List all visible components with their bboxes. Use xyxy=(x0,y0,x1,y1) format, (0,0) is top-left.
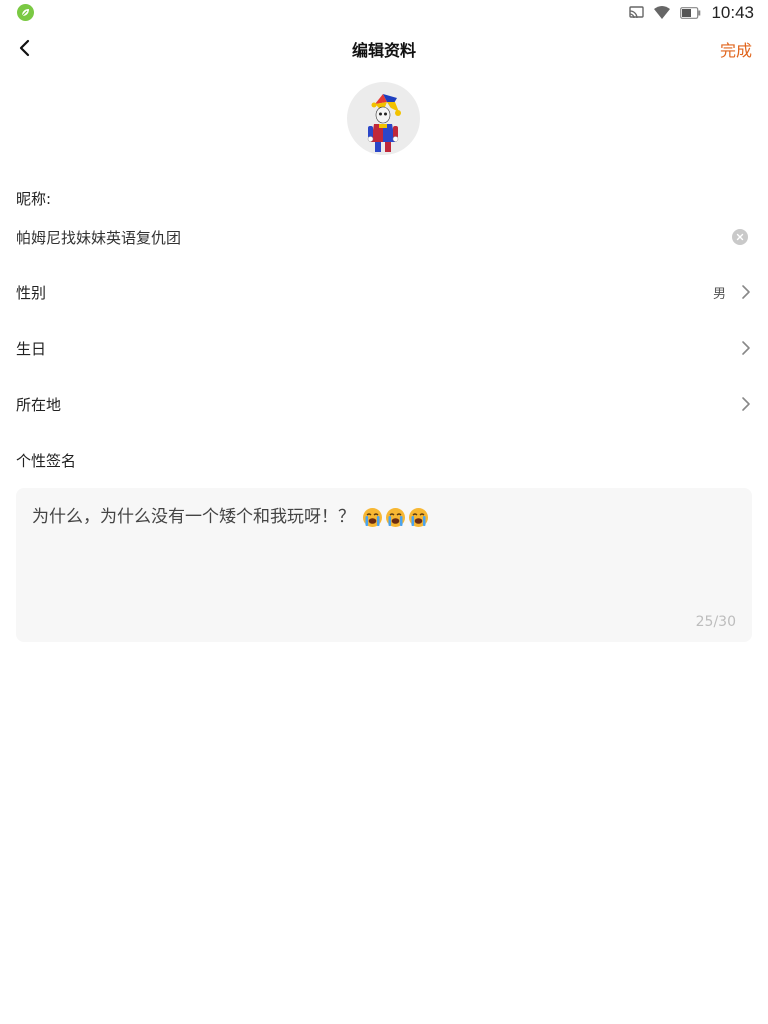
status-time: 10:43 xyxy=(711,3,754,22)
chevron-right-icon xyxy=(742,341,750,355)
signature-label: 个性签名 xyxy=(16,452,77,470)
status-bar: 10:43 xyxy=(0,0,768,26)
crying-face-icon xyxy=(409,507,429,527)
birthday-row[interactable]: 生日 xyxy=(16,328,752,368)
page-title: 编辑资料 xyxy=(351,41,416,60)
signature-char-counter: 25/30 xyxy=(695,614,736,630)
signature-textarea[interactable]: 为什么，为什么没有一个矮个和我玩呀！？ 25/30 xyxy=(16,488,752,642)
crying-face-icon xyxy=(363,507,383,527)
close-icon xyxy=(736,233,744,241)
jester-character-icon xyxy=(367,94,401,152)
header: 编辑资料 完成 xyxy=(0,28,768,68)
birthday-label: 生日 xyxy=(16,340,47,358)
chevron-right-icon xyxy=(742,285,750,299)
done-button[interactable]: 完成 xyxy=(720,37,752,61)
battery-icon xyxy=(680,4,701,23)
app-notification-icon xyxy=(17,4,34,21)
nickname-label: 昵称: xyxy=(16,190,52,208)
chevron-right-icon xyxy=(742,397,750,411)
gender-value: 男 xyxy=(712,287,726,302)
clear-nickname-button[interactable] xyxy=(732,229,748,245)
status-icons: 10:43 xyxy=(629,2,754,24)
cast-icon xyxy=(629,4,645,23)
gender-row[interactable]: 性别 男 xyxy=(16,272,752,312)
crying-face-icon xyxy=(386,507,406,527)
signature-content: 为什么，为什么没有一个矮个和我玩呀！？ xyxy=(32,502,429,528)
nickname-field xyxy=(16,224,752,250)
avatar[interactable] xyxy=(347,82,420,155)
location-label: 所在地 xyxy=(16,396,62,414)
nickname-input[interactable] xyxy=(16,224,706,250)
gender-label: 性别 xyxy=(16,284,47,302)
wifi-icon xyxy=(654,4,671,23)
signature-text: 为什么，为什么没有一个矮个和我玩呀！？ xyxy=(32,507,355,527)
location-row[interactable]: 所在地 xyxy=(16,384,752,424)
